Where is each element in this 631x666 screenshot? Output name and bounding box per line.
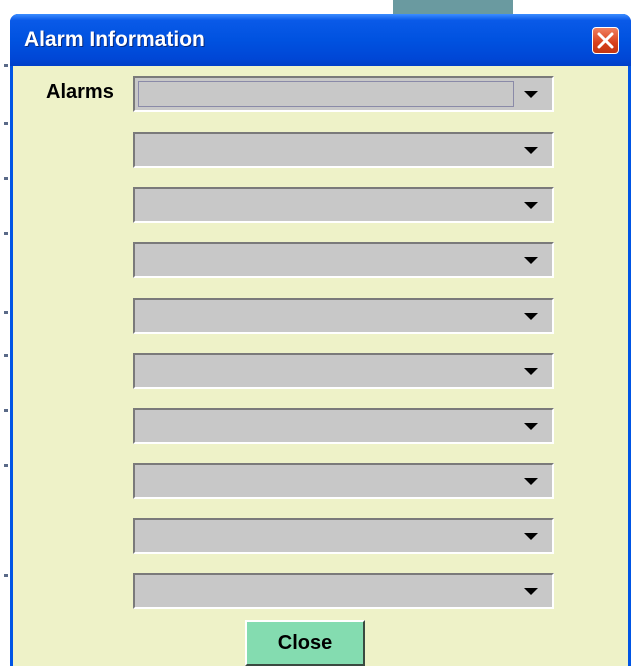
chevron-down-icon	[524, 533, 538, 540]
alarms-label: Alarms	[46, 81, 114, 103]
dialog-title: Alarm Information	[24, 28, 205, 51]
alarm-select-2[interactable]	[133, 132, 554, 168]
chevron-down-icon	[524, 478, 538, 485]
background-marker	[4, 574, 8, 577]
close-x-glyph	[597, 32, 614, 49]
close-x-icon[interactable]	[592, 27, 619, 54]
alarm-select-7[interactable]	[133, 408, 554, 444]
dialog-body: Alarms Close	[13, 66, 628, 666]
chevron-down-icon	[524, 202, 538, 209]
chevron-down-icon	[524, 368, 538, 375]
alarm-select-3[interactable]	[133, 187, 554, 223]
alarm-select-4[interactable]	[133, 242, 554, 278]
background-marker	[4, 464, 8, 467]
background-marker	[4, 122, 8, 125]
title-bar[interactable]: Alarm Information	[10, 14, 631, 66]
alarm-select-9[interactable]	[133, 518, 554, 554]
alarm-select-value	[138, 81, 514, 107]
background-app-strip	[0, 0, 631, 14]
background-marker	[4, 311, 8, 314]
close-button[interactable]: Close	[245, 620, 365, 666]
alarm-information-dialog: Alarm Information Alarms Close	[10, 14, 631, 666]
background-marker	[4, 354, 8, 357]
chevron-down-icon	[524, 313, 538, 320]
alarm-select-10[interactable]	[133, 573, 554, 609]
alarm-select-8[interactable]	[133, 463, 554, 499]
background-teal-block	[393, 0, 513, 14]
chevron-down-icon	[524, 588, 538, 595]
chevron-down-icon	[524, 147, 538, 154]
chevron-down-icon	[524, 91, 538, 98]
chevron-down-icon	[524, 423, 538, 430]
background-marker	[4, 64, 8, 67]
background-marker	[4, 232, 8, 235]
alarm-select-6[interactable]	[133, 353, 554, 389]
background-marker	[4, 177, 8, 180]
alarm-select-1[interactable]	[133, 76, 554, 112]
alarm-select-5[interactable]	[133, 298, 554, 334]
background-marker	[4, 409, 8, 412]
chevron-down-icon	[524, 257, 538, 264]
